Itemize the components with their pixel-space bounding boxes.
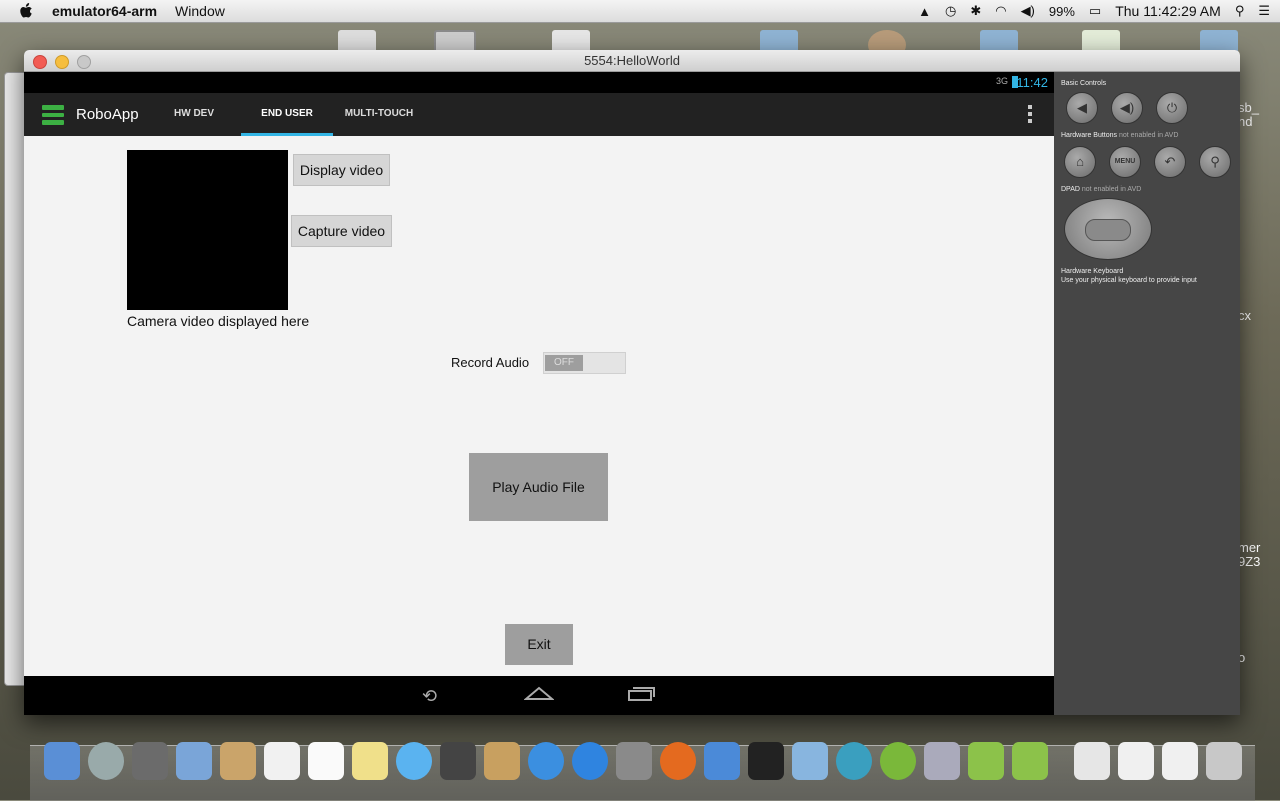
desktop-label: sb_ bbox=[1238, 100, 1259, 115]
window-title: 5554:HelloWorld bbox=[584, 53, 680, 68]
hardware-buttons-heading: Hardware Buttons not enabled in AVD bbox=[1061, 132, 1178, 139]
volume-icon[interactable]: ◀) bbox=[1021, 3, 1035, 19]
camera-preview bbox=[127, 150, 288, 310]
dpad-control[interactable] bbox=[1064, 198, 1152, 260]
desktop-label: nd bbox=[1238, 114, 1253, 129]
photo-booth-icon[interactable] bbox=[924, 742, 960, 780]
minimize-window-button[interactable] bbox=[55, 55, 69, 69]
android-icon[interactable] bbox=[968, 742, 1004, 780]
menu-window[interactable]: Window bbox=[175, 3, 225, 19]
dpad-label: DPAD bbox=[1061, 186, 1080, 193]
window-titlebar[interactable]: 5554:HelloWorld bbox=[24, 50, 1240, 72]
dock-file-icon[interactable] bbox=[1162, 742, 1198, 780]
contacts-icon[interactable] bbox=[220, 742, 256, 780]
emulator-window: 5554:HelloWorld 3G 11:42 RoboApp HW DEV … bbox=[24, 50, 1240, 715]
back-icon[interactable]: ⟲ bbox=[422, 686, 437, 707]
menu-button[interactable]: MENU bbox=[1109, 146, 1141, 178]
record-audio-toggle[interactable]: OFF bbox=[543, 352, 626, 374]
hardware-keyboard-heading: Hardware Keyboard bbox=[1061, 268, 1124, 275]
android-navbar: ⟲ bbox=[24, 676, 1054, 715]
desktop-label: mer bbox=[1238, 540, 1261, 555]
dock-file-icon[interactable] bbox=[1118, 742, 1154, 780]
exit-button[interactable]: Exit bbox=[505, 624, 573, 665]
close-window-button[interactable] bbox=[33, 55, 47, 69]
capture-video-button[interactable]: Capture video bbox=[291, 215, 392, 247]
back-button-icon[interactable]: ↶ bbox=[1154, 146, 1186, 178]
hardware-buttons-note: not enabled in AVD bbox=[1118, 132, 1179, 139]
overflow-menu-icon[interactable] bbox=[1028, 105, 1032, 123]
window-controls bbox=[33, 55, 91, 69]
notes-icon[interactable] bbox=[352, 742, 388, 780]
apple-icon[interactable] bbox=[20, 3, 38, 19]
finder-icon[interactable] bbox=[44, 742, 80, 780]
record-audio-label: Record Audio bbox=[451, 355, 530, 370]
mission-control-icon[interactable] bbox=[132, 742, 168, 780]
menu-app-name[interactable]: emulator64-arm bbox=[52, 3, 157, 19]
status-clock: 11:42 bbox=[1016, 75, 1048, 90]
camera-caption: Camera video displayed here bbox=[127, 313, 310, 329]
hardware-keyboard-note: Use your physical keyboard to provide in… bbox=[1061, 277, 1197, 284]
play-audio-file-button[interactable]: Play Audio File bbox=[469, 453, 608, 521]
home-icon[interactable] bbox=[523, 685, 555, 706]
iphoto-icon[interactable] bbox=[484, 742, 520, 780]
android-screen: 3G 11:42 RoboApp HW DEV END USER MULTI-T… bbox=[24, 72, 1054, 715]
notification-center-icon[interactable]: ☰ bbox=[1258, 3, 1270, 19]
mac-dock bbox=[30, 742, 1255, 801]
app-store-icon[interactable] bbox=[572, 742, 608, 780]
desktop-labels: sb_ nd cx mer 9Z3 o bbox=[1238, 96, 1280, 696]
dpad-heading: DPAD not enabled in AVD bbox=[1061, 186, 1141, 193]
menubar-clock[interactable]: Thu 11:42:29 AM bbox=[1115, 3, 1221, 19]
launchpad-icon[interactable] bbox=[88, 742, 124, 780]
dock-file-icon[interactable] bbox=[1074, 742, 1110, 780]
power-icon[interactable]: ⏻ bbox=[1156, 92, 1188, 124]
google-drive-icon[interactable]: ▲ bbox=[918, 4, 931, 19]
xcode-icon[interactable] bbox=[704, 742, 740, 780]
action-bar: RoboApp HW DEV END USER MULTI-TOUCH bbox=[24, 93, 1054, 136]
bluetooth-icon[interactable]: ✱ bbox=[970, 3, 981, 19]
volume-down-icon[interactable]: ◀ bbox=[1066, 92, 1098, 124]
system-preferences-icon[interactable] bbox=[616, 742, 652, 780]
toggle-state: OFF bbox=[545, 355, 583, 371]
itunes-icon[interactable] bbox=[528, 742, 564, 780]
trash-icon[interactable] bbox=[1206, 742, 1242, 780]
zoom-window-button[interactable] bbox=[77, 55, 91, 69]
emulator-controls-panel: Basic Controls ◀ ◀) ⏻ Hardware Buttons n… bbox=[1054, 72, 1240, 715]
menubar-status: ▲ ◷ ✱ ◠ ◀) 99% ▭ Thu 11:42:29 AM ⚲ ☰ bbox=[918, 0, 1270, 22]
hardware-buttons-label: Hardware Buttons bbox=[1061, 132, 1118, 139]
dpad-note: not enabled in AVD bbox=[1081, 186, 1142, 193]
firefox-icon[interactable] bbox=[660, 742, 696, 780]
app-logo-icon[interactable] bbox=[42, 105, 64, 126]
home-button-icon[interactable]: ⌂ bbox=[1064, 146, 1096, 178]
tab-multi-touch[interactable]: MULTI-TOUCH bbox=[342, 93, 416, 136]
facetime-icon[interactable] bbox=[440, 742, 476, 780]
basic-controls-heading: Basic Controls bbox=[1061, 80, 1107, 87]
tab-hw-dev[interactable]: HW DEV bbox=[164, 93, 224, 136]
wifi-icon[interactable]: ◠ bbox=[995, 3, 1006, 19]
time-machine-icon[interactable]: ◷ bbox=[945, 3, 956, 19]
search-button-icon[interactable]: ⚲ bbox=[1199, 146, 1231, 178]
end-user-content: Display video Capture video Camera video… bbox=[24, 136, 1054, 676]
messages-icon[interactable] bbox=[396, 742, 432, 780]
brackets-icon[interactable] bbox=[880, 742, 916, 780]
recent-apps-icon[interactable] bbox=[627, 686, 655, 707]
sourcetree-icon[interactable] bbox=[836, 742, 872, 780]
volume-up-icon[interactable]: ◀) bbox=[1111, 92, 1143, 124]
preview-icon[interactable] bbox=[792, 742, 828, 780]
spotlight-icon[interactable]: ⚲ bbox=[1235, 3, 1245, 19]
mac-menubar: emulator64-arm Window ▲ ◷ ✱ ◠ ◀) 99% ▭ T… bbox=[0, 0, 1280, 23]
tab-end-user[interactable]: END USER bbox=[241, 93, 333, 136]
android-icon[interactable] bbox=[1012, 742, 1048, 780]
battery-percent[interactable]: 99% bbox=[1049, 4, 1075, 19]
calendar-icon[interactable] bbox=[264, 742, 300, 780]
android-statusbar: 3G 11:42 bbox=[24, 72, 1054, 93]
dpad-center-button[interactable] bbox=[1085, 219, 1131, 241]
mail-icon[interactable] bbox=[176, 742, 212, 780]
display-video-button[interactable]: Display video bbox=[293, 154, 390, 186]
terminal-icon[interactable] bbox=[748, 742, 784, 780]
app-title: RoboApp bbox=[76, 106, 139, 123]
battery-icon[interactable]: ▭ bbox=[1089, 3, 1101, 19]
signal-indicator: 3G bbox=[995, 76, 1008, 86]
reminders-icon[interactable] bbox=[308, 742, 344, 780]
desktop-label: 9Z3 bbox=[1238, 554, 1261, 569]
